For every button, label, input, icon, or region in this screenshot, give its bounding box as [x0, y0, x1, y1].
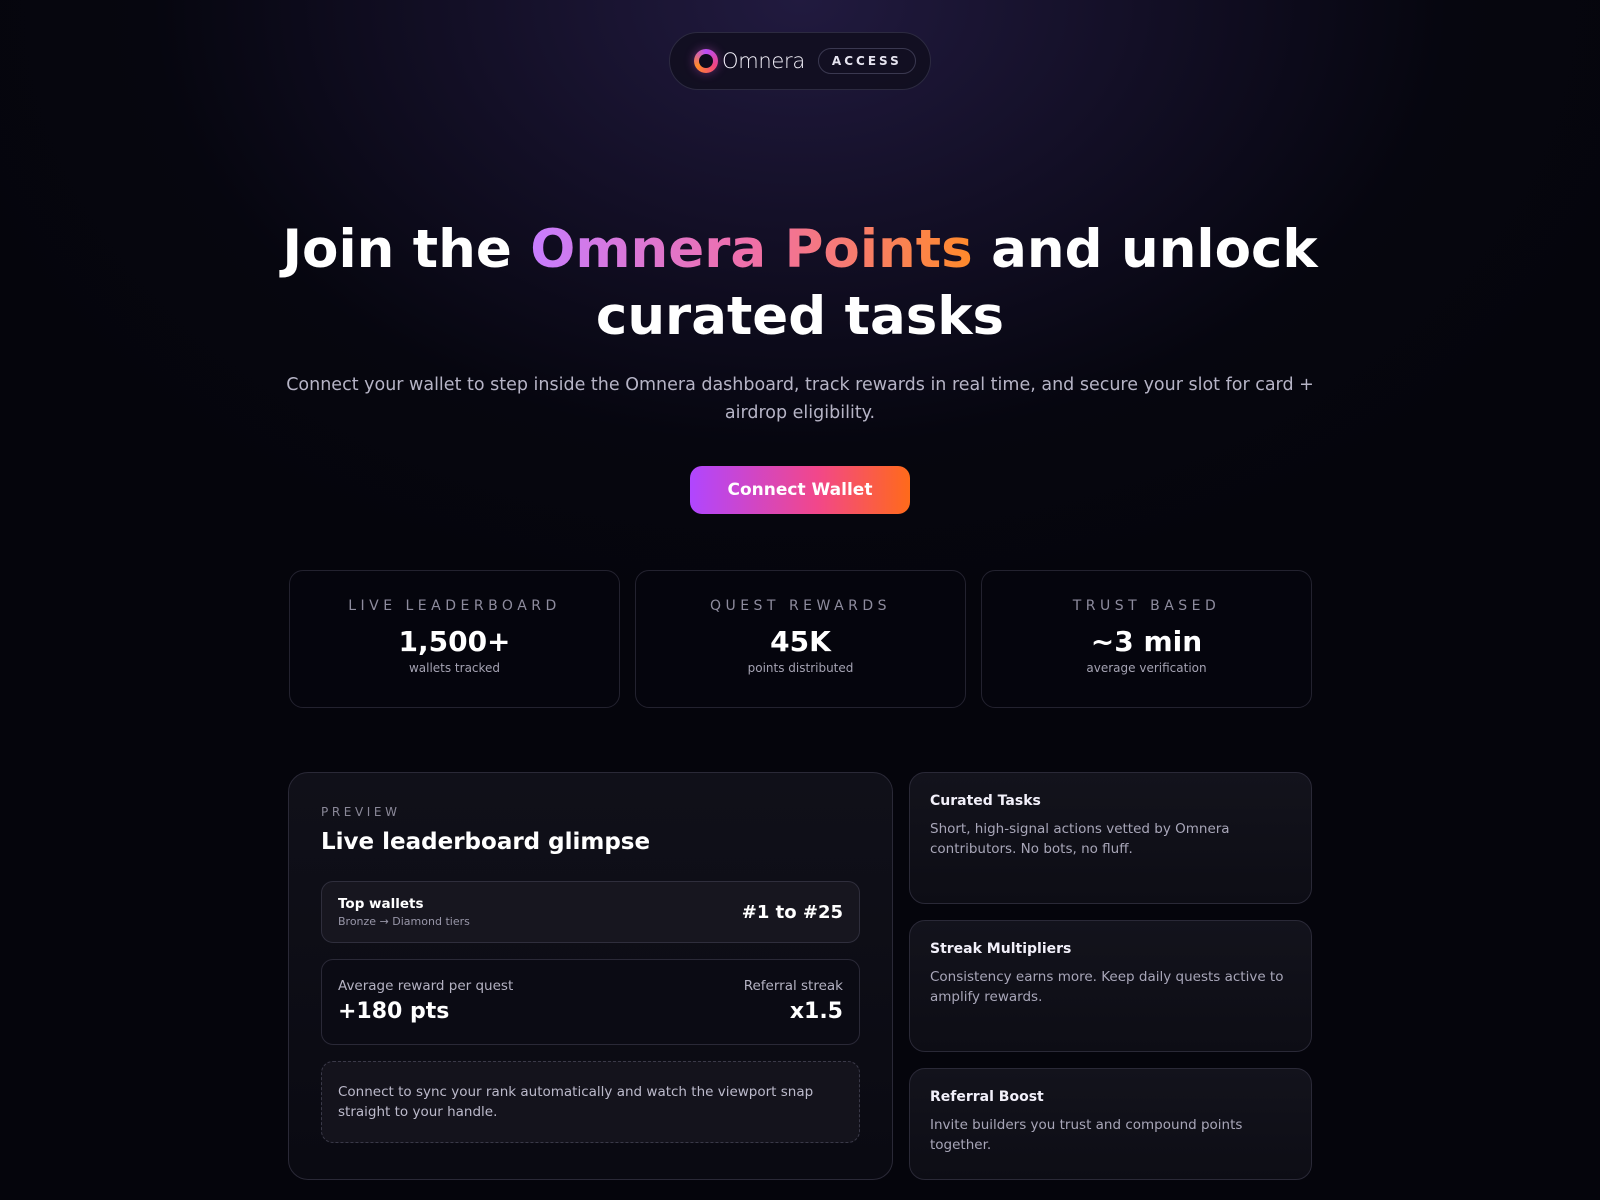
- stat-caption: points distributed: [747, 661, 854, 675]
- omnera-logo-icon: [694, 49, 718, 73]
- top-wallets-range: #1 to #25: [741, 901, 843, 923]
- avg-reward-metric: Average reward per quest +180 pts: [338, 978, 513, 1044]
- stat-caption: average verification: [1086, 661, 1207, 675]
- stat-label: QUEST REWARDS: [709, 598, 892, 614]
- feature-card-streak-multipliers: Streak Multipliers Consistency earns mor…: [909, 920, 1312, 1052]
- stat-card-trust: TRUST BASED ~3 min average verification: [981, 570, 1312, 708]
- stat-card-leaderboard: LIVE LEADERBOARD 1,500+ wallets tracked: [289, 570, 620, 708]
- feature-description: Consistency earns more. Keep daily quest…: [930, 969, 1284, 1005]
- stat-value: 1,500+: [398, 625, 511, 658]
- stat-value: ~3 min: [1090, 625, 1203, 658]
- referral-streak-label: Referral streak: [743, 978, 843, 994]
- preview-kicker: PREVIEW: [321, 805, 401, 819]
- feature-description: Short, high-signal actions vetted by Omn…: [930, 821, 1230, 857]
- top-wallets-title: Top wallets: [338, 896, 424, 912]
- connect-wallet-button[interactable]: Connect Wallet: [690, 466, 910, 514]
- leaderboard-preview-card: PREVIEW Live leaderboard glimpse Top wal…: [288, 772, 893, 1180]
- stat-label: LIVE LEADERBOARD: [348, 598, 561, 614]
- brand-name: Omnera: [722, 49, 805, 73]
- avg-reward-label: Average reward per quest: [338, 978, 514, 994]
- preview-title: Live leaderboard glimpse: [321, 829, 651, 855]
- hero-subtitle: Connect your wallet to step inside the O…: [286, 375, 1314, 423]
- sync-rank-note: Connect to sync your rank automatically …: [321, 1061, 860, 1143]
- top-wallets-row: Top wallets Bronze → Diamond tiers #1 to…: [321, 881, 860, 943]
- hero-title-highlight: Omnera Points: [530, 219, 973, 280]
- stat-value: 45K: [770, 625, 831, 658]
- hero-title: Join the Omnera Points and unlock curate…: [200, 216, 1400, 350]
- stat-caption: wallets tracked: [408, 661, 501, 675]
- feature-title: Referral Boost: [930, 1089, 1044, 1105]
- referral-streak-metric: Referral streak x1.5: [744, 978, 843, 1044]
- hero-title-before: Join the: [282, 219, 531, 280]
- referral-streak-value: x1.5: [789, 999, 843, 1024]
- top-wallets-subtitle: Bronze → Diamond tiers: [338, 915, 470, 928]
- avg-reward-value: +180 pts: [338, 999, 450, 1024]
- access-badge: ACCESS: [817, 48, 916, 74]
- feature-title: Curated Tasks: [930, 793, 1041, 809]
- feature-description: Invite builders you trust and compound p…: [930, 1117, 1243, 1153]
- stat-card-rewards: QUEST REWARDS 45K points distributed: [635, 570, 966, 708]
- feature-title: Streak Multipliers: [930, 941, 1072, 957]
- feature-card-referral-boost: Referral Boost Invite builders you trust…: [909, 1068, 1312, 1180]
- reward-metrics: Average reward per quest +180 pts Referr…: [321, 959, 860, 1045]
- brand-header: Omnera ACCESS: [669, 32, 931, 90]
- top-wallets-text: Top wallets Bronze → Diamond tiers: [338, 896, 470, 928]
- stat-label: TRUST BASED: [1072, 598, 1221, 614]
- feature-card-curated-tasks: Curated Tasks Short, high-signal actions…: [909, 772, 1312, 904]
